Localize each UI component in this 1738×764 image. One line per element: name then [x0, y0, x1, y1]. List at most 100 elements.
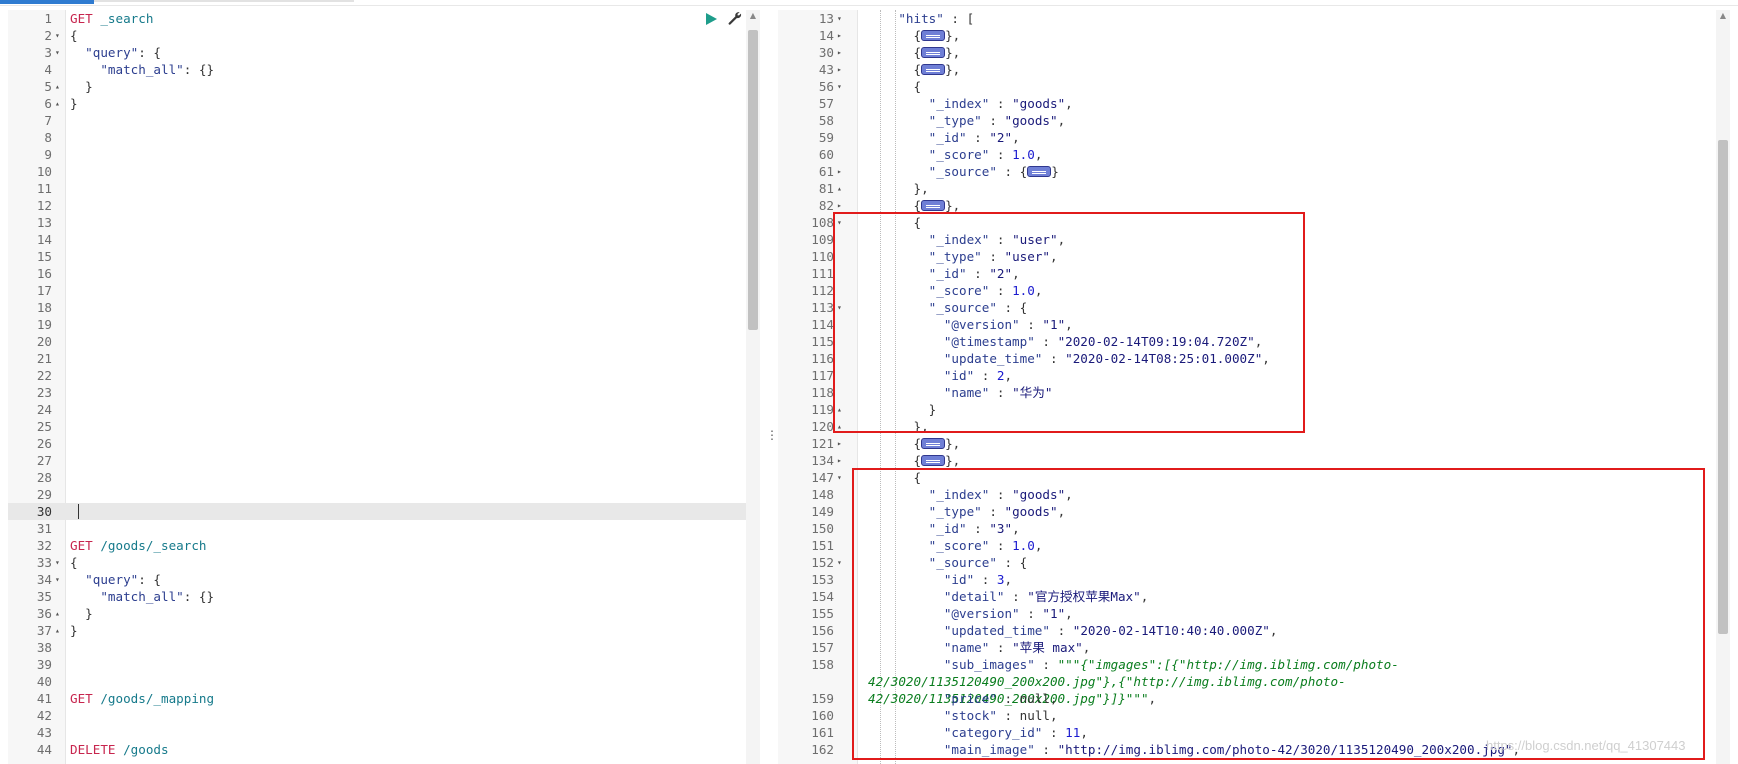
fold-up-arrow-icon[interactable]: ▴ — [55, 605, 60, 622]
line-number: 109 — [811, 232, 834, 247]
code-token-str: "2" — [989, 130, 1013, 145]
scrollbar-thumb[interactable] — [1718, 140, 1728, 634]
code-line: 17 — [8, 282, 746, 299]
code-token-url: _search — [92, 11, 154, 26]
request-editor[interactable]: 1 GET _search 2 ▾{3 ▾ "query": {4 "match_all… — [8, 10, 746, 764]
line-number: 111 — [811, 266, 834, 281]
code-line: 40 — [8, 673, 746, 690]
highlight-box-goods-hit — [852, 468, 1705, 760]
code-line: 27 — [8, 452, 746, 469]
code-line: 20 — [8, 333, 746, 350]
collapsed-object-icon[interactable] — [1027, 166, 1052, 177]
code-line: 28 — [8, 469, 746, 486]
fold-up-arrow-icon[interactable]: ▴ — [55, 78, 60, 95]
code-token-punc: , — [1057, 113, 1066, 128]
fold-arrow-icon[interactable]: ▾ — [837, 554, 842, 571]
line-code: { — [868, 78, 921, 95]
code-line: 37 ▴} — [8, 622, 746, 639]
line-number: 156 — [811, 623, 834, 638]
inactive-tab-indicator[interactable] — [94, 0, 354, 2]
code-token-punc: : — [966, 130, 990, 145]
line-number: 58 — [818, 113, 834, 128]
scroll-up-arrow-icon[interactable]: ▲ — [748, 11, 758, 21]
fold-arrow-icon[interactable]: ▾ — [55, 554, 60, 571]
run-request-button[interactable] — [704, 11, 718, 25]
expand-arrow-icon[interactable]: ▸ — [837, 452, 842, 469]
line-number: 34 — [36, 572, 52, 587]
code-token-punc: { — [868, 62, 922, 77]
pane-divider — [760, 10, 778, 764]
collapsed-object-icon[interactable] — [921, 47, 946, 58]
code-token-url: /goods/_search — [92, 538, 207, 553]
fold-up-arrow-icon[interactable]: ▴ — [55, 622, 60, 639]
code-token-key: "_id" — [868, 130, 967, 145]
code-line: 30 ▸ {}, — [778, 44, 1738, 61]
fold-arrow-icon[interactable]: ▾ — [837, 469, 842, 486]
request-settings-button[interactable] — [727, 11, 742, 26]
line-number: 5 — [44, 79, 52, 94]
code-line: 31 — [8, 520, 746, 537]
code-line: 1 GET _search — [8, 10, 746, 27]
line-number: 29 — [36, 487, 52, 502]
code-token-punc: : — [989, 147, 1013, 162]
line-code: "hits" : [ — [868, 10, 974, 27]
line-number: 25 — [36, 419, 52, 434]
collapsed-object-icon[interactable] — [921, 455, 946, 466]
request-editor-lines[interactable]: 1 GET _search 2 ▾{3 ▾ "query": {4 "match_all… — [8, 10, 746, 758]
line-number: 22 — [36, 368, 52, 383]
scroll-up-arrow-icon[interactable]: ▲ — [1718, 11, 1728, 21]
expand-arrow-icon[interactable]: ▸ — [837, 163, 842, 180]
code-line: 13 ▾ "hits" : [ — [778, 10, 1738, 27]
line-number: 120 — [811, 419, 834, 434]
fold-arrow-icon[interactable]: ▾ — [55, 27, 60, 44]
response-scrollbar[interactable]: ▲ — [1716, 10, 1730, 764]
code-token-punc: }, — [945, 45, 961, 60]
line-number: 23 — [36, 385, 52, 400]
collapsed-object-icon[interactable] — [921, 438, 946, 449]
fold-up-arrow-icon[interactable]: ▴ — [837, 180, 842, 197]
code-line: 24 — [8, 401, 746, 418]
code-token-punc: }, — [868, 181, 929, 196]
line-number: 15 — [36, 249, 52, 264]
line-code: { — [70, 554, 78, 571]
expand-arrow-icon[interactable]: ▸ — [837, 435, 842, 452]
fold-arrow-icon[interactable]: ▾ — [55, 44, 60, 61]
resize-handle-icon[interactable]: ⋮ — [766, 428, 778, 442]
scrollbar-thumb[interactable] — [748, 30, 758, 330]
line-number: 39 — [36, 657, 52, 672]
line-number: 11 — [36, 181, 52, 196]
code-line: 13 — [8, 214, 746, 231]
line-code: GET _search — [70, 10, 153, 27]
line-number: 149 — [811, 504, 834, 519]
code-line: 38 — [8, 639, 746, 656]
active-tab-indicator[interactable] — [0, 0, 94, 4]
fold-up-arrow-icon[interactable]: ▴ — [55, 95, 60, 112]
code-line: 81 ▴ }, — [778, 180, 1738, 197]
line-number: 32 — [36, 538, 52, 553]
code-token-punc: } — [70, 606, 93, 621]
line-number: 159 — [811, 691, 834, 706]
fold-arrow-icon[interactable]: ▾ — [837, 10, 842, 27]
fold-arrow-icon[interactable]: ▾ — [55, 571, 60, 588]
fold-arrow-icon[interactable]: ▾ — [837, 78, 842, 95]
code-token-key: "hits" — [868, 11, 944, 26]
code-token-punc: }, — [945, 62, 961, 77]
collapsed-object-icon[interactable] — [921, 200, 946, 211]
collapsed-object-icon[interactable] — [921, 64, 946, 75]
line-number: 56 — [818, 79, 834, 94]
line-number: 8 — [44, 130, 52, 145]
code-line: 23 — [8, 384, 746, 401]
collapsed-object-icon[interactable] — [921, 30, 946, 41]
code-line: 42 — [8, 707, 746, 724]
expand-arrow-icon[interactable]: ▸ — [837, 44, 842, 61]
line-number: 21 — [36, 351, 52, 366]
line-code: "query": { — [70, 44, 161, 61]
expand-arrow-icon[interactable]: ▸ — [837, 61, 842, 78]
request-editor-scrollbar[interactable]: ▲ — [746, 10, 760, 764]
line-number: 157 — [811, 640, 834, 655]
line-number: 31 — [36, 521, 52, 536]
expand-arrow-icon[interactable]: ▸ — [837, 27, 842, 44]
code-line: 30 — [8, 503, 746, 520]
line-number: 36 — [36, 606, 52, 621]
line-number: 2 — [44, 28, 52, 43]
